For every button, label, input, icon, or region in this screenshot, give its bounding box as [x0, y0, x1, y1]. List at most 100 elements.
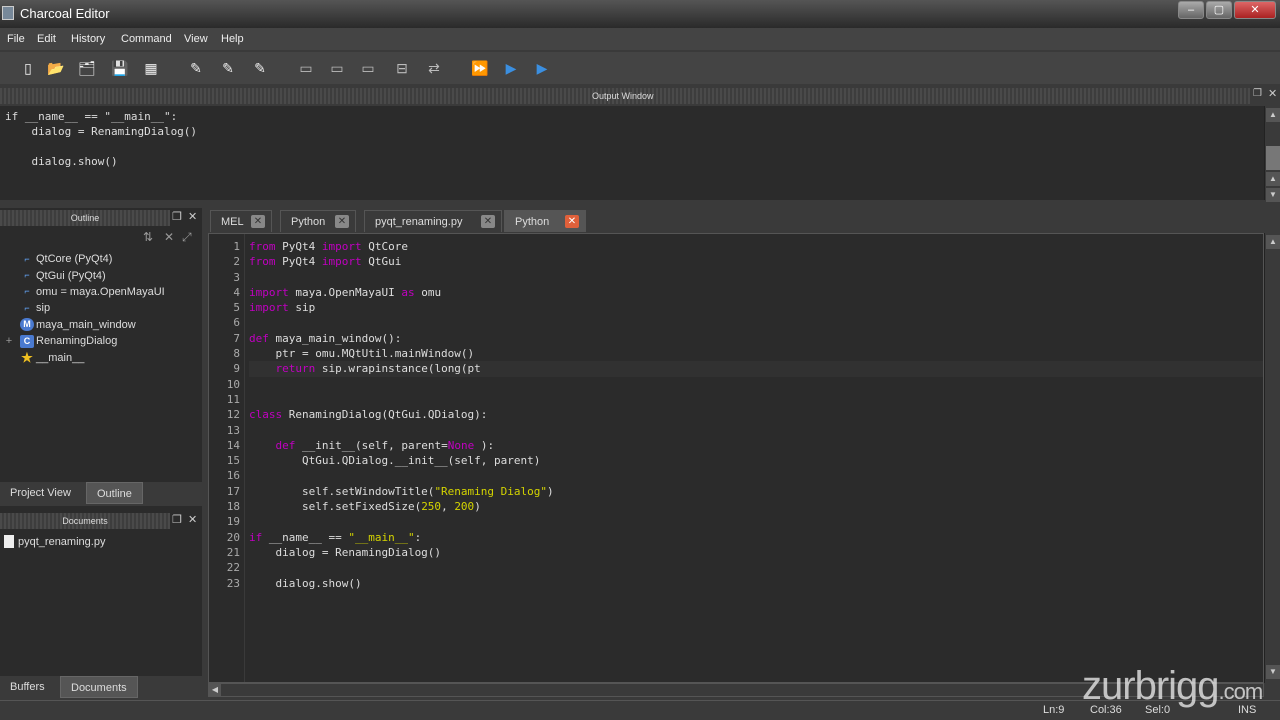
- tab-outline[interactable]: Outline: [86, 482, 143, 504]
- line-number: 16: [226, 469, 240, 483]
- outline-item[interactable]: ★ __main__: [0, 349, 165, 365]
- code-token: dialog = RenamingDialog(): [249, 545, 442, 559]
- outline-item[interactable]: ⌐ omu = maya.OpenMayaUI: [0, 284, 165, 300]
- execute-all-icon[interactable]: ⏩: [470, 58, 490, 78]
- close-tab-icon[interactable]: ✕: [565, 215, 579, 228]
- code-editor[interactable]: 1 2 3 4 5 6 7 8 9 10 11 12 13 14 15 16 17 18 19 20 21 22 23 fr…: [208, 233, 1264, 683]
- line-number: 18: [226, 500, 240, 514]
- split-top-icon[interactable]: ▭: [296, 58, 316, 78]
- close-tab-icon[interactable]: ✕: [335, 215, 349, 228]
- swap-icon[interactable]: ⇄: [424, 58, 444, 78]
- code-token: RenamingDialog(QtGui.QDialog):: [288, 408, 488, 422]
- sort-icon[interactable]: ⇅: [143, 230, 153, 244]
- output-close-button[interactable]: ✕: [1268, 87, 1277, 100]
- code-line: self.setFixedSize(250, 200): [249, 499, 1263, 514]
- editor-tab-python[interactable]: Python ✕: [280, 210, 356, 232]
- line-number: 10: [226, 377, 240, 391]
- documents-header: Documents: [0, 513, 170, 529]
- method-icon: M: [20, 318, 34, 332]
- save-icon[interactable]: 💾: [110, 58, 130, 78]
- output-scrollbar[interactable]: ▲ ▲ ▼: [1264, 106, 1280, 202]
- line-number: 7: [233, 331, 240, 345]
- outline-item[interactable]: ⌐ QtCore (PyQt4): [0, 251, 165, 267]
- menu-command[interactable]: Command: [121, 33, 172, 45]
- expand-icon[interactable]: +: [0, 335, 18, 347]
- code-token: QtGui: [368, 255, 402, 269]
- open-file-icon[interactable]: 📂: [46, 58, 66, 78]
- menu-file[interactable]: File: [7, 33, 25, 45]
- split-bottom-icon[interactable]: ▭: [358, 58, 378, 78]
- outline-close-button[interactable]: ✕: [188, 210, 197, 223]
- line-number: 5: [233, 301, 240, 315]
- editor-vertical-scrollbar[interactable]: ▲ ▼: [1264, 233, 1280, 683]
- outline-item-label: RenamingDialog: [36, 335, 118, 348]
- tab-project-view[interactable]: Project View: [0, 482, 81, 504]
- outline-tabs: Project View Outline: [0, 482, 202, 506]
- editor-tab-pyqt-renaming[interactable]: pyqt_renaming.py ✕: [364, 210, 502, 232]
- uncomment-icon[interactable]: ✎: [218, 58, 238, 78]
- code-token: QtCore: [368, 240, 408, 253]
- toggle-comment-icon[interactable]: ✎: [250, 58, 270, 78]
- line-number: 13: [226, 423, 240, 437]
- outline-item[interactable]: ⌐ sip: [0, 300, 165, 316]
- close-tab-icon[interactable]: ✕: [251, 215, 265, 228]
- documents-close-button[interactable]: ✕: [188, 513, 197, 526]
- menu-history[interactable]: History: [71, 33, 105, 45]
- comment-icon[interactable]: ✎: [186, 58, 206, 78]
- documents-float-button[interactable]: ❐: [172, 513, 182, 526]
- outline-item-label: QtGui (PyQt4): [36, 269, 106, 282]
- editor-tab-python-active[interactable]: Python ✕: [504, 210, 586, 232]
- menu-bar: File Edit History Command View Help: [0, 28, 1280, 50]
- tab-label: Python: [515, 216, 550, 228]
- outline-item[interactable]: Mmaya_main_window: [0, 317, 165, 333]
- line-number: 17: [226, 484, 240, 498]
- save-all-icon[interactable]: ▦: [141, 58, 161, 78]
- expand-all-icon[interactable]: ⤢: [182, 230, 192, 245]
- code-token: sip.wrapinstance(long(pt: [321, 362, 481, 376]
- open-folder-icon[interactable]: 🗂: [77, 58, 97, 78]
- editor-tab-mel[interactable]: MEL ✕: [210, 210, 272, 232]
- outline-item[interactable]: + C RenamingDialog: [0, 333, 165, 349]
- line-number-gutter: 1 2 3 4 5 6 7 8 9 10 11 12 13 14 15 16 17 18 19 20 21 22 23: [209, 234, 245, 682]
- code-token: ): [474, 500, 481, 514]
- tab-buffers[interactable]: Buffers: [0, 676, 55, 698]
- minimize-button[interactable]: –: [1178, 1, 1204, 19]
- new-file-icon[interactable]: ▯: [18, 58, 38, 78]
- outline-item[interactable]: ⌐ QtGui (PyQt4): [0, 267, 165, 283]
- menu-edit[interactable]: Edit: [37, 33, 56, 45]
- tab-documents[interactable]: Documents: [60, 676, 138, 698]
- outline-item-label: __main__: [36, 351, 85, 364]
- output-float-button[interactable]: ❐: [1253, 88, 1262, 99]
- close-button[interactable]: ✕: [1234, 1, 1276, 19]
- outline-item-label: sip: [36, 302, 51, 315]
- line-number: 2: [233, 255, 240, 269]
- outline-float-button[interactable]: ❐: [172, 210, 182, 223]
- code-token: dialog.show(): [249, 576, 362, 590]
- outline-item-label: omu = maya.OpenMayaUI: [36, 285, 165, 298]
- document-item[interactable]: pyqt_renaming.py: [4, 535, 105, 548]
- execute-icon[interactable]: ▶: [501, 58, 521, 78]
- code-line: import sip: [249, 300, 1263, 315]
- menu-view[interactable]: View: [184, 33, 208, 45]
- close-tab-icon[interactable]: ✕: [481, 215, 495, 228]
- menu-help[interactable]: Help: [221, 33, 244, 45]
- goto-line-icon[interactable]: ⊟: [392, 58, 412, 78]
- code-line: class RenamingDialog(QtGui.QDialog):: [249, 407, 1263, 422]
- output-text[interactable]: if __name__ == "__main__": dialog = Rena…: [0, 106, 1264, 200]
- maximize-button[interactable]: ▢: [1206, 1, 1232, 19]
- execute-line-icon[interactable]: ▶: [532, 58, 552, 78]
- split-middle-icon[interactable]: ▭: [327, 58, 347, 78]
- code-token: 250: [421, 500, 442, 514]
- collapse-all-icon[interactable]: ✕: [164, 230, 174, 244]
- code-token: def: [249, 331, 276, 345]
- code-area[interactable]: from PyQt4 import QtCore from PyQt4 impor…: [249, 234, 1263, 591]
- code-token: import: [321, 255, 369, 269]
- code-token: import: [321, 240, 369, 253]
- code-token: "Renaming Dialog": [434, 484, 548, 498]
- line-number: 11: [226, 392, 240, 406]
